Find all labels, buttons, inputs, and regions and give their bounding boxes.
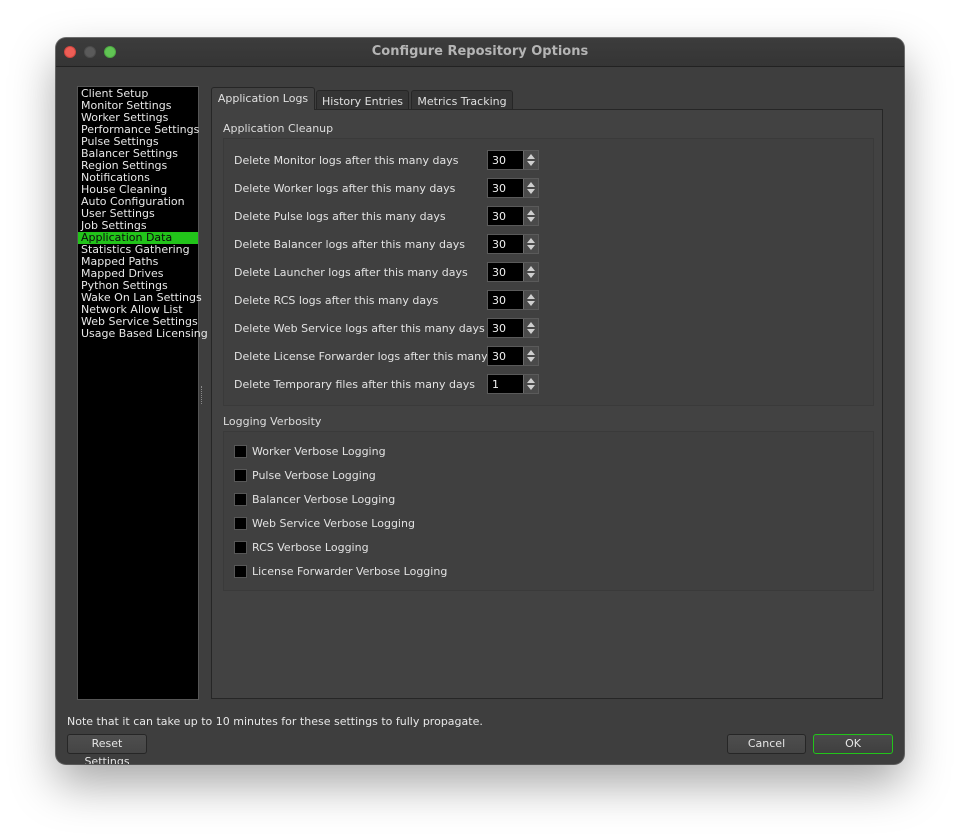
decrement-arrow-icon[interactable] — [527, 357, 535, 362]
license-forwarder-verbose-logging-label[interactable]: License Forwarder Verbose Logging — [252, 565, 447, 578]
ok-button[interactable]: OK — [813, 734, 893, 754]
temporary-files-label: Delete Temporary files after this many d… — [234, 378, 475, 391]
decrement-arrow-icon[interactable] — [527, 329, 535, 334]
monitor-logs-days-value[interactable]: 30 — [492, 154, 506, 167]
sidebar-item-usage-based-licensing[interactable]: Usage Based Licensing — [78, 328, 208, 340]
monitor-logs-label: Delete Monitor logs after this many days — [234, 154, 459, 167]
balancer-logs-days-value[interactable]: 30 — [492, 238, 506, 251]
launcher-logs-label: Delete Launcher logs after this many day… — [234, 266, 468, 279]
increment-arrow-icon[interactable] — [527, 210, 535, 215]
rcs-logs-label: Delete RCS logs after this many days — [234, 294, 439, 307]
pulse-logs-days-value[interactable]: 30 — [492, 210, 506, 223]
balancer-verbose-logging-label[interactable]: Balancer Verbose Logging — [252, 493, 395, 506]
web-service-logs-days-value[interactable]: 30 — [492, 322, 506, 335]
propagation-note: Note that it can take up to 10 minutes f… — [67, 715, 483, 728]
logging-verbosity-title: Logging Verbosity — [223, 415, 322, 428]
settings-category-list[interactable]: Client Setup Monitor Settings Worker Set… — [77, 86, 208, 700]
rcs-logs-days-spinbox[interactable]: 30 — [487, 290, 539, 310]
logging-verbosity-group: Worker Verbose Logging Pulse Verbose Log… — [223, 431, 874, 591]
web-service-verbose-logging-label[interactable]: Web Service Verbose Logging — [252, 517, 415, 530]
increment-arrow-icon[interactable] — [527, 154, 535, 159]
increment-arrow-icon[interactable] — [527, 266, 535, 271]
spinbox-arrows[interactable] — [523, 151, 538, 169]
decrement-arrow-icon[interactable] — [527, 245, 535, 250]
temporary-files-days-spinbox[interactable]: 1 — [487, 374, 539, 394]
balancer-logs-label: Delete Balancer logs after this many day… — [234, 238, 466, 251]
rcs-verbose-logging-checkbox[interactable] — [234, 541, 247, 554]
configure-repository-options-window: Configure Repository Options Client Setu… — [56, 38, 904, 764]
cancel-button[interactable]: Cancel — [727, 734, 806, 754]
decrement-arrow-icon[interactable] — [527, 273, 535, 278]
increment-arrow-icon[interactable] — [527, 322, 535, 327]
balancer-verbose-logging-checkbox[interactable] — [234, 493, 247, 506]
application-cleanup-group: Delete Monitor logs after this many days… — [223, 138, 874, 406]
worker-logs-days-value[interactable]: 30 — [492, 182, 506, 195]
decrement-arrow-icon[interactable] — [527, 161, 535, 166]
license-forwarder-logs-label: Delete License Forwarder logs after this… — [234, 350, 518, 363]
spinbox-arrows[interactable] — [523, 263, 538, 281]
launcher-logs-days-spinbox[interactable]: 30 — [487, 262, 539, 282]
rcs-logs-days-value[interactable]: 30 — [492, 294, 506, 307]
splitter-handle[interactable] — [201, 386, 204, 404]
web-service-logs-label: Delete Web Service logs after this many … — [234, 322, 485, 335]
tab-application-logs[interactable]: Application Logs — [211, 87, 315, 110]
increment-arrow-icon[interactable] — [527, 294, 535, 299]
license-forwarder-verbose-logging-checkbox[interactable] — [234, 565, 247, 578]
worker-logs-days-spinbox[interactable]: 30 — [487, 178, 539, 198]
application-logs-pane: Application Cleanup Delete Monitor logs … — [211, 109, 883, 699]
spinbox-arrows[interactable] — [523, 347, 538, 365]
pulse-logs-days-spinbox[interactable]: 30 — [487, 206, 539, 226]
spinbox-arrows[interactable] — [523, 291, 538, 309]
spinbox-arrows[interactable] — [523, 235, 538, 253]
launcher-logs-days-value[interactable]: 30 — [492, 266, 506, 279]
worker-logs-label: Delete Worker logs after this many days — [234, 182, 456, 195]
increment-arrow-icon[interactable] — [527, 182, 535, 187]
spinbox-arrows[interactable] — [523, 179, 538, 197]
license-forwarder-logs-days-value[interactable]: 30 — [492, 350, 506, 363]
license-forwarder-logs-days-spinbox[interactable]: 30 — [487, 346, 539, 366]
worker-verbose-logging-label[interactable]: Worker Verbose Logging — [252, 445, 386, 458]
pulse-logs-label: Delete Pulse logs after this many days — [234, 210, 446, 223]
increment-arrow-icon[interactable] — [527, 350, 535, 355]
web-service-logs-days-spinbox[interactable]: 30 — [487, 318, 539, 338]
rcs-verbose-logging-label[interactable]: RCS Verbose Logging — [252, 541, 369, 554]
application-cleanup-title: Application Cleanup — [223, 122, 334, 135]
pulse-verbose-logging-checkbox[interactable] — [234, 469, 247, 482]
decrement-arrow-icon[interactable] — [527, 301, 535, 306]
decrement-arrow-icon[interactable] — [527, 385, 535, 390]
web-service-verbose-logging-checkbox[interactable] — [234, 517, 247, 530]
increment-arrow-icon[interactable] — [527, 378, 535, 383]
temporary-files-days-value[interactable]: 1 — [492, 378, 499, 391]
decrement-arrow-icon[interactable] — [527, 189, 535, 194]
increment-arrow-icon[interactable] — [527, 238, 535, 243]
pulse-verbose-logging-label[interactable]: Pulse Verbose Logging — [252, 469, 376, 482]
spinbox-arrows[interactable] — [523, 207, 538, 225]
title-bar: Configure Repository Options — [56, 38, 904, 67]
window-title: Configure Repository Options — [371, 44, 589, 59]
decrement-arrow-icon[interactable] — [527, 217, 535, 222]
spinbox-arrows[interactable] — [523, 375, 538, 393]
monitor-logs-days-spinbox[interactable]: 30 — [487, 150, 539, 170]
worker-verbose-logging-checkbox[interactable] — [234, 445, 247, 458]
reset-settings-button[interactable]: Reset Settings — [67, 734, 147, 764]
balancer-logs-days-spinbox[interactable]: 30 — [487, 234, 539, 254]
spinbox-arrows[interactable] — [523, 319, 538, 337]
